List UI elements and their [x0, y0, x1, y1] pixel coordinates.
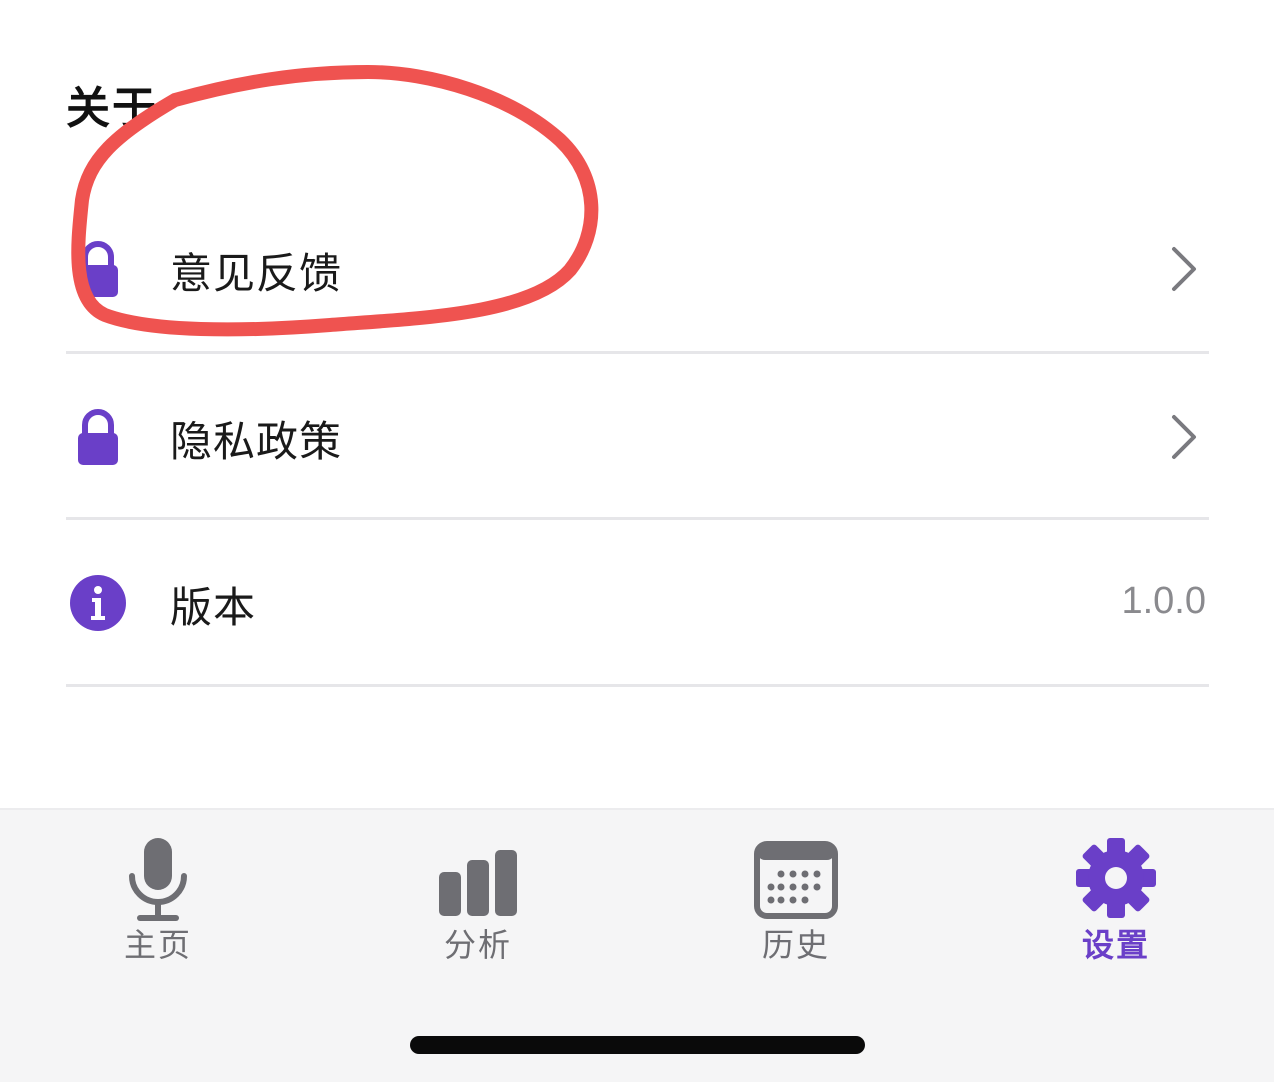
tab-settings[interactable]: 设置 — [1016, 828, 1216, 968]
calendar-icon — [754, 841, 838, 919]
microphone-icon — [129, 838, 187, 921]
section-title: 关于 — [66, 83, 158, 134]
tab-home[interactable]: 主页 — [58, 828, 258, 968]
tab-analysis-label: 分析 — [443, 926, 512, 964]
version-value: 1.0.0 — [1121, 580, 1206, 622]
version-label: 版本 — [170, 583, 257, 632]
lock-icon — [78, 409, 118, 465]
home-indicator[interactable] — [410, 1036, 865, 1054]
tab-analysis[interactable]: 分析 — [378, 828, 578, 968]
tab-history-label: 历史 — [761, 926, 830, 964]
feedback-label: 意见反馈 — [170, 249, 343, 298]
lock-icon — [78, 241, 118, 297]
tab-home-label: 主页 — [123, 926, 192, 964]
info-icon — [70, 575, 126, 631]
privacy-policy-label: 隐私政策 — [170, 417, 343, 466]
gear-icon — [1076, 838, 1156, 918]
privacy-policy-row[interactable]: 隐私政策 — [0, 354, 1274, 520]
version-row: 版本 1.0.0 — [0, 520, 1274, 686]
divider — [66, 684, 1209, 687]
tab-history[interactable]: 历史 — [696, 828, 896, 968]
chevron-right-icon — [1172, 247, 1196, 291]
bar-chart-icon — [439, 850, 517, 916]
tab-settings-label: 设置 — [1081, 926, 1150, 964]
feedback-row[interactable]: 意见反馈 — [0, 186, 1274, 352]
chevron-right-icon — [1172, 415, 1196, 459]
